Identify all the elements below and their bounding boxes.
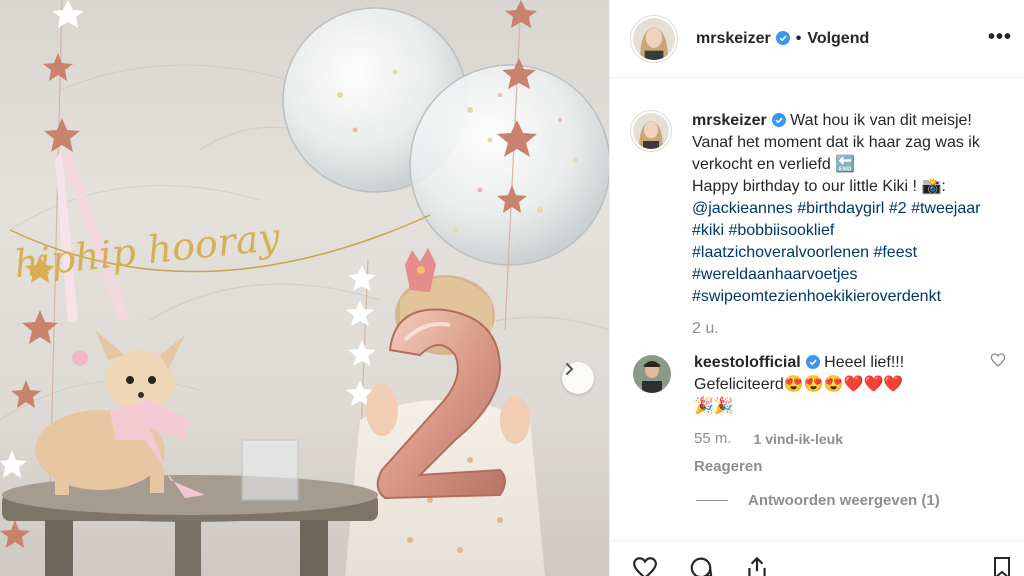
comment-timestamp[interactable]: 55 m.: [694, 428, 732, 450]
reply-button[interactable]: Reageren: [694, 456, 964, 478]
heart-icon[interactable]: [632, 555, 658, 576]
comments-section: mrskeizer Wat hou ik van dit meisje! Van…: [630, 110, 1008, 509]
comment-likes[interactable]: 1 vind-ik-leuk: [754, 428, 843, 450]
chevron-right-icon: [566, 363, 574, 375]
caption-tag[interactable]: #laatzichoveralvoorlenen: [692, 244, 869, 261]
caption-text-line3: Happy birthday to our little Kiki ! 📸:: [692, 178, 946, 195]
comment-like-heart-icon[interactable]: [990, 352, 1006, 368]
post-header: mrskeizer • Volgend •••: [610, 0, 1024, 78]
bookmark-icon[interactable]: [990, 555, 1014, 576]
author-username-text[interactable]: mrskeizer: [696, 30, 771, 47]
caption-tag[interactable]: #2: [889, 200, 907, 217]
caption-body: mrskeizer Wat hou ik van dit meisje! Van…: [692, 110, 982, 340]
commenter-avatar[interactable]: [630, 352, 674, 396]
view-replies-button[interactable]: Antwoorden weergeven (1): [696, 492, 1008, 509]
caption-tag[interactable]: #kiki: [692, 222, 724, 239]
author-avatar[interactable]: [630, 14, 678, 63]
author-avatar-image: [633, 17, 675, 60]
comment-body: keestolofficial Heeel lief!!! Gefelicite…: [694, 352, 964, 478]
caption-tag[interactable]: #bobbiisooklief: [728, 222, 834, 239]
more-options-icon[interactable]: •••: [988, 26, 1012, 49]
caption-tag[interactable]: #wereldaanhaarvoetjes: [692, 266, 857, 283]
replies-divider-line: [696, 500, 728, 501]
caption-avatar[interactable]: [630, 110, 672, 152]
comment-icon[interactable]: [688, 555, 714, 576]
post-photo[interactable]: hiphip hooray: [0, 0, 609, 576]
caption-tag[interactable]: #feest: [873, 244, 917, 261]
view-replies-label[interactable]: Antwoorden weergeven (1): [748, 492, 940, 509]
following-button[interactable]: Volgend: [807, 30, 869, 48]
share-icon[interactable]: [744, 555, 770, 576]
caption-avatar-image: [633, 113, 669, 149]
separator-dot: •: [795, 29, 802, 47]
action-bar: [610, 540, 1024, 576]
caption-tag[interactable]: @jackieannes: [692, 200, 793, 217]
verified-badge-icon: [775, 30, 790, 45]
caption-tag[interactable]: #tweejaar: [911, 200, 980, 217]
comment-row: keestolofficial Heeel lief!!! Gefelicite…: [630, 352, 1008, 478]
commenter-avatar-image: [633, 355, 671, 393]
author-username[interactable]: mrskeizer: [696, 30, 790, 48]
banner-text: hiphip hooray: [12, 215, 282, 287]
caption-username[interactable]: mrskeizer: [692, 112, 767, 129]
commenter-username[interactable]: keestolofficial: [694, 354, 801, 371]
caption-timestamp[interactable]: 2 u.: [692, 318, 982, 340]
caption-tag[interactable]: #birthdaygirl: [797, 200, 884, 217]
verified-badge-icon: [771, 113, 786, 127]
comment-text-line3: 🎉🎉: [694, 398, 734, 415]
post-side-panel: mrskeizer • Volgend ••• mrskeizer Wat ho…: [609, 0, 1024, 576]
next-photo-button[interactable]: [562, 362, 594, 394]
birthday-photo-illustration: hiphip hooray: [0, 0, 609, 576]
caption-row: mrskeizer Wat hou ik van dit meisje! Van…: [630, 110, 1008, 340]
comment-meta: 55 m. 1 vind-ik-leuk: [694, 428, 964, 450]
verified-badge-icon: [805, 355, 820, 369]
caption-tag[interactable]: #swipeomtezienhoekikieroverdenkt: [692, 288, 941, 305]
